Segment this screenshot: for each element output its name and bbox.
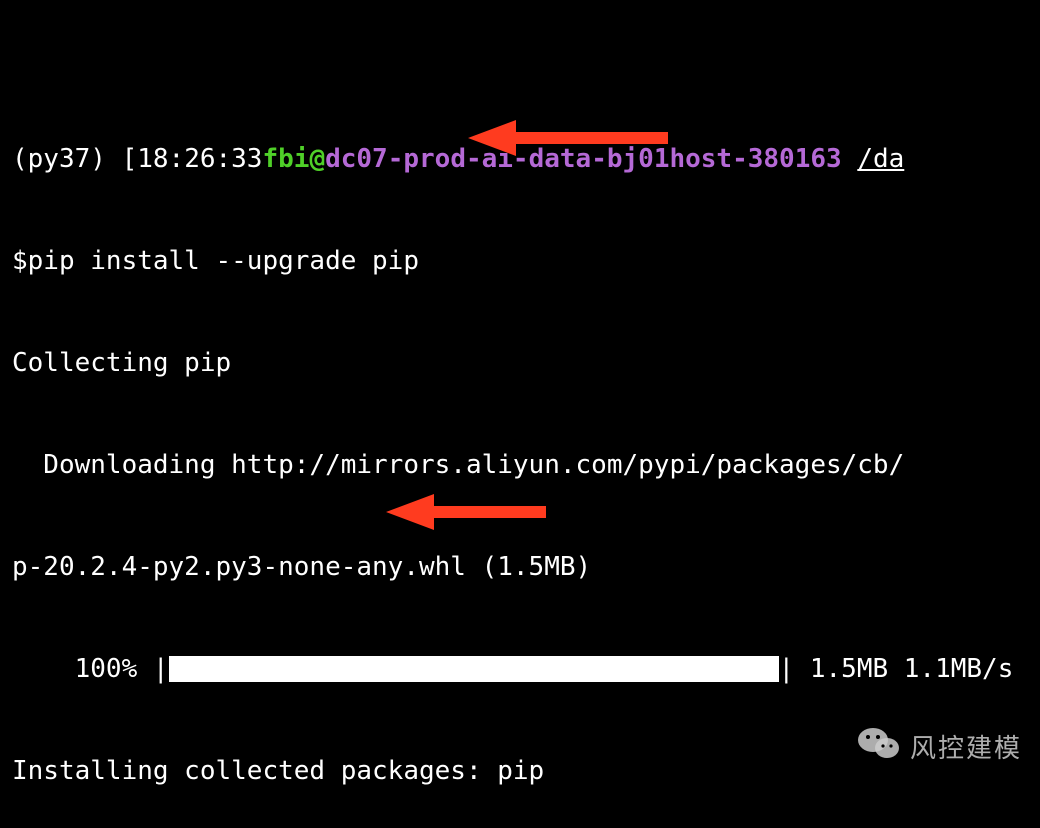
progress-line-1: 100% || 1.5MB 1.1MB/s bbox=[12, 652, 1028, 686]
out-1-1: Collecting pip bbox=[12, 346, 1028, 380]
command-line-1[interactable]: $pip install --upgrade pip bbox=[12, 244, 1028, 278]
watermark-text: 风控建模 bbox=[910, 731, 1022, 765]
progress-stats: 1.5MB 1.1MB/s bbox=[794, 654, 1013, 684]
hostname: dc07-prod-ai-data-bj01host-380163 bbox=[325, 144, 842, 174]
username: fbi bbox=[262, 144, 309, 174]
out-1-3: p-20.2.4-py2.py3-none-any.whl (1.5MB) bbox=[12, 550, 1028, 584]
wechat-icon bbox=[764, 691, 900, 804]
at-symbol: @ bbox=[309, 144, 325, 174]
bracket-open: [ bbox=[122, 144, 138, 174]
prompt-line-1: (py37) [18:26:33fbi@dc07-prod-ai-data-bj… bbox=[12, 142, 1028, 176]
watermark: 风控建模 bbox=[764, 691, 1022, 804]
space bbox=[842, 144, 858, 174]
timestamp: 18:26:33 bbox=[137, 144, 262, 174]
progress-bar-fill bbox=[169, 656, 779, 682]
progress-pct: 100% bbox=[12, 654, 153, 684]
terminal-window[interactable]: (py37) [18:26:33fbi@dc07-prod-ai-data-bj… bbox=[0, 0, 1040, 828]
out-1-2: Downloading http://mirrors.aliyun.com/py… bbox=[12, 448, 1028, 482]
cwd-path: /da bbox=[857, 144, 904, 174]
arrow-annotation-icon bbox=[468, 48, 668, 228]
env-label: (py37) bbox=[12, 144, 122, 174]
